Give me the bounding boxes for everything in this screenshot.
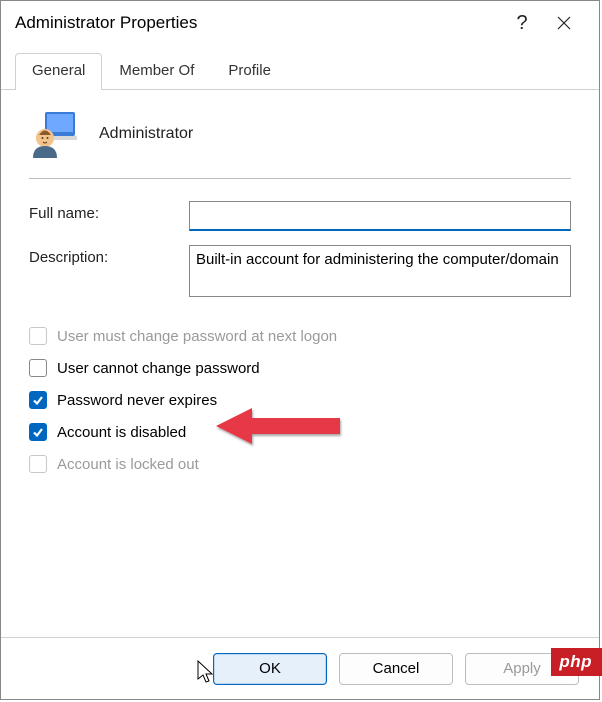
cancel-button[interactable]: Cancel [339,653,453,685]
watermark-badge: php [551,648,602,676]
checkbox-icon [29,455,47,473]
checkbox-group: User must change password at next logon … [29,327,571,487]
close-icon [557,16,571,30]
ok-button[interactable]: OK [213,653,327,685]
checkbox-icon [29,327,47,345]
account-name: Administrator [99,125,193,143]
check-account-disabled[interactable]: Account is disabled [29,423,571,441]
tab-content-general: Administrator Full name: Description: Us… [1,90,599,637]
fullname-row: Full name: [29,201,571,231]
checkbox-label: User must change password at next logon [57,328,337,345]
tab-profile[interactable]: Profile [211,53,288,89]
fullname-label: Full name: [29,201,189,222]
description-label: Description: [29,245,189,266]
tab-label: Member Of [119,62,194,79]
tab-label: Profile [228,62,271,79]
tab-strip: General Member Of Profile [1,45,599,90]
watermark-text: php [559,652,592,671]
checkbox-label: Account is disabled [57,424,186,441]
tab-member-of[interactable]: Member Of [102,53,211,89]
check-cannot-change-password[interactable]: User cannot change password [29,359,571,377]
close-button[interactable] [543,1,585,45]
account-header: Administrator [29,108,571,178]
help-button[interactable]: ? [501,1,543,45]
fullname-input[interactable] [189,201,571,231]
check-must-change-password: User must change password at next logon [29,327,571,345]
tab-general[interactable]: General [15,53,102,89]
description-row: Description: [29,245,571,297]
button-bar: OK Cancel Apply [1,637,599,699]
check-account-locked-out: Account is locked out [29,455,571,473]
button-label: Apply [503,660,541,677]
window-title: Administrator Properties [15,13,501,33]
checkbox-label: Account is locked out [57,456,199,473]
description-input[interactable] [189,245,571,297]
help-icon: ? [516,12,527,35]
checkbox-icon [29,359,47,377]
tab-label: General [32,62,85,79]
user-account-icon [29,108,81,160]
check-password-never-expires[interactable]: Password never expires [29,391,571,409]
divider [29,178,571,179]
dialog-window: Administrator Properties ? General Membe… [0,0,600,700]
titlebar: Administrator Properties ? [1,1,599,45]
button-label: OK [259,660,281,677]
checkbox-icon [29,423,47,441]
checkbox-icon [29,391,47,409]
button-label: Cancel [373,660,420,677]
checkbox-label: Password never expires [57,392,217,409]
checkbox-label: User cannot change password [57,360,260,377]
